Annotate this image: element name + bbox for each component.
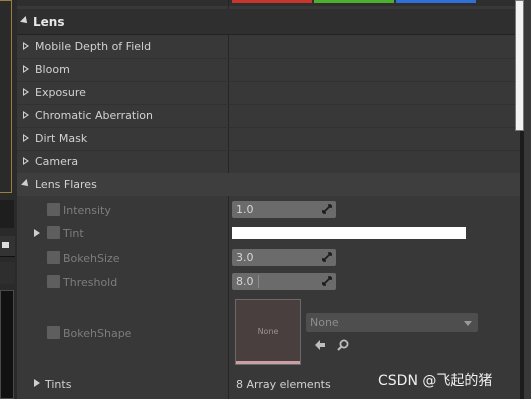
bokehsize-override-checkbox[interactable] bbox=[47, 251, 60, 264]
intensity-field[interactable]: 1.0 bbox=[232, 201, 336, 218]
browse-search-icon[interactable] bbox=[336, 338, 350, 352]
chevron-down-icon bbox=[464, 321, 472, 326]
expand-arrow-icon bbox=[23, 88, 29, 96]
bokehshape-asset-dropdown[interactable]: None bbox=[306, 313, 478, 332]
bokehsize-label: BokehSize bbox=[63, 252, 120, 265]
viewport-thumbnail[interactable] bbox=[0, 0, 12, 193]
category-chromatic-aberration[interactable]: Chromatic Aberration bbox=[17, 104, 520, 127]
details-panel: Lens Mobile Depth of Field Bloom Exposur… bbox=[17, 0, 520, 399]
bokehsize-field[interactable]: 3.0 bbox=[232, 249, 336, 266]
tint-label: Tint bbox=[63, 227, 84, 240]
tints-expand-arrow-icon[interactable] bbox=[34, 379, 40, 387]
top-color-row bbox=[17, 0, 520, 6]
category-exposure[interactable]: Exposure bbox=[17, 81, 520, 104]
watermark: CSDN @飞起的猪 bbox=[378, 373, 493, 389]
tints-label: Tints bbox=[45, 378, 72, 391]
category-mobile-depth-of-field[interactable]: Mobile Depth of Field bbox=[17, 35, 520, 58]
section-header-lens[interactable]: Lens bbox=[17, 9, 520, 35]
green-channel-swatch[interactable] bbox=[314, 0, 394, 3]
red-channel-swatch[interactable] bbox=[232, 0, 312, 3]
right-edge bbox=[524, 0, 531, 399]
bokehshape-override-checkbox[interactable] bbox=[47, 326, 60, 339]
threshold-override-checkbox[interactable] bbox=[47, 275, 60, 288]
use-selected-arrow-icon[interactable] bbox=[313, 338, 327, 352]
drag-spin-icon bbox=[322, 204, 332, 214]
left-search-bar[interactable] bbox=[0, 262, 15, 284]
threshold-field[interactable]: 8.0 bbox=[232, 273, 336, 290]
intensity-label: Intensity bbox=[63, 204, 111, 217]
expand-arrow-icon bbox=[23, 157, 29, 165]
left-toolbar bbox=[0, 200, 14, 228]
tint-override-checkbox[interactable] bbox=[47, 226, 60, 239]
tint-color-bar[interactable] bbox=[232, 227, 466, 239]
bokehshape-label: BokehShape bbox=[63, 327, 132, 340]
expand-arrow-icon bbox=[23, 134, 29, 142]
category-bloom[interactable]: Bloom bbox=[17, 58, 520, 81]
collapse-arrow-icon bbox=[20, 16, 30, 26]
category-dirt-mask[interactable]: Dirt Mask bbox=[17, 127, 520, 150]
blue-channel-swatch[interactable] bbox=[396, 0, 476, 3]
drag-spin-icon bbox=[322, 252, 332, 262]
bokehshape-thumbnail[interactable]: None bbox=[235, 299, 301, 365]
category-camera[interactable]: Camera bbox=[17, 150, 520, 173]
asset-type-strip bbox=[236, 361, 300, 364]
tab-icon bbox=[2, 242, 9, 248]
left-editor-strip bbox=[0, 0, 17, 399]
intensity-override-checkbox[interactable] bbox=[47, 203, 60, 216]
tints-array-count: 8 Array elements bbox=[236, 378, 331, 391]
text-cursor bbox=[258, 275, 259, 288]
category-lens-flares[interactable]: Lens Flares bbox=[17, 173, 520, 196]
expand-arrow-icon bbox=[23, 42, 29, 50]
tint-expand-arrow-icon[interactable] bbox=[34, 229, 40, 237]
drag-spin-icon bbox=[322, 276, 332, 286]
expand-arrow-icon bbox=[23, 65, 29, 73]
threshold-label: Threshold bbox=[63, 276, 118, 289]
left-tab[interactable] bbox=[0, 236, 15, 257]
collapse-arrow-icon bbox=[21, 179, 31, 189]
vertical-scrollbar[interactable] bbox=[515, 0, 524, 131]
left-panel bbox=[0, 290, 14, 399]
expand-arrow-icon bbox=[23, 111, 29, 119]
